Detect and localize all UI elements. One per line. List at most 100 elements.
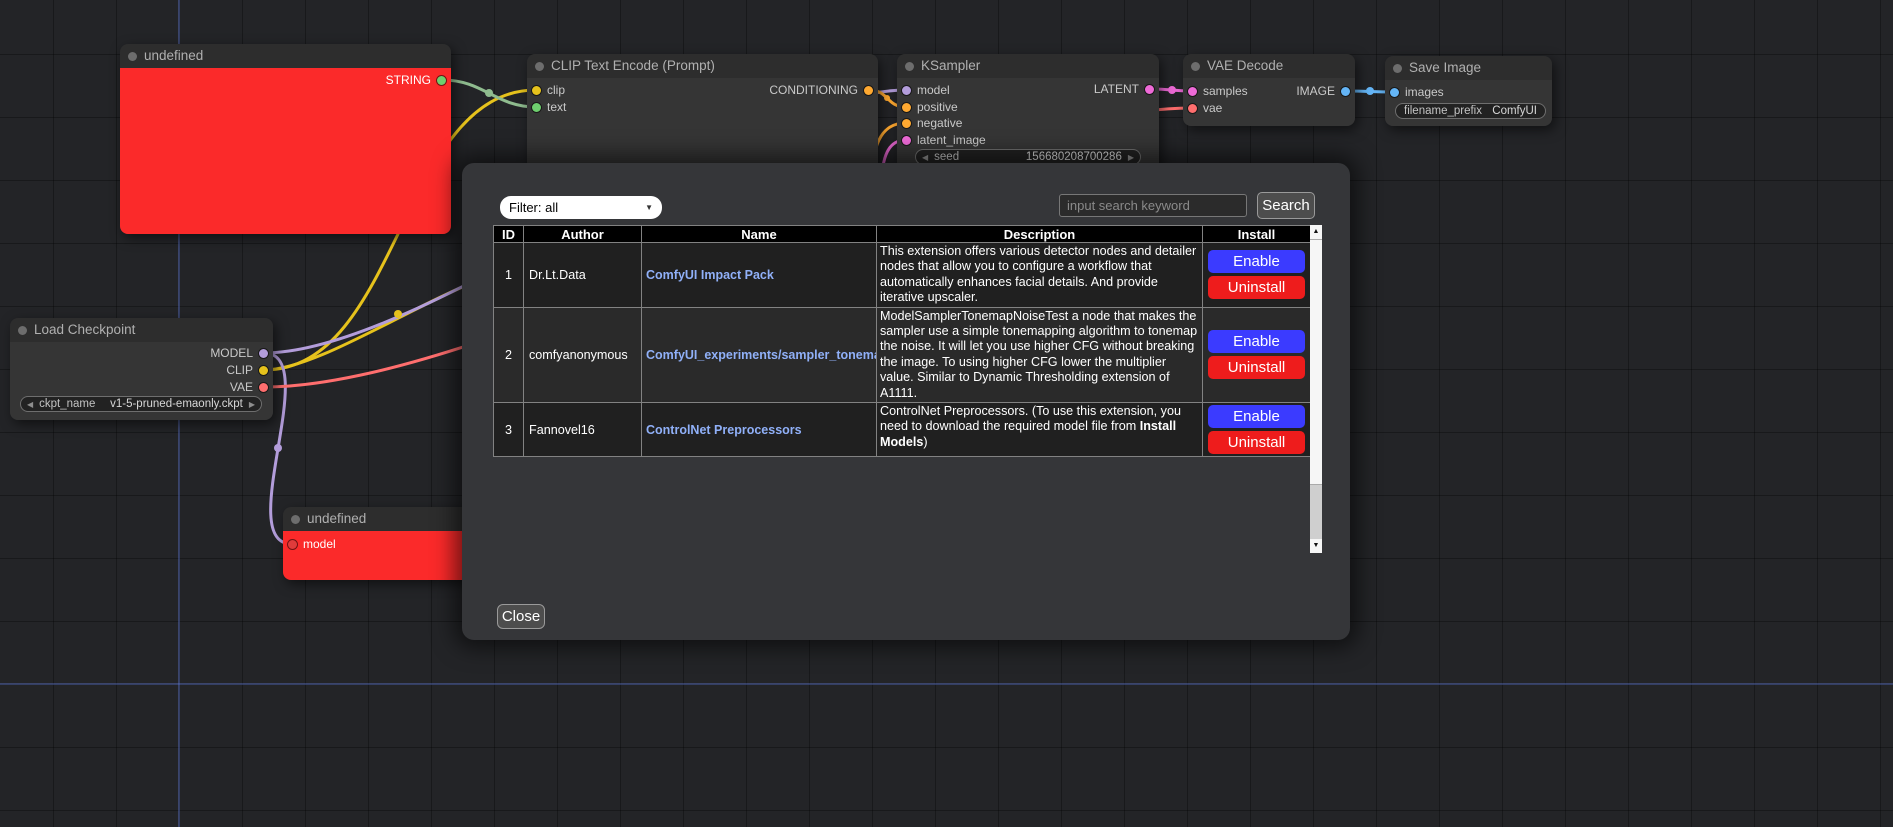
node-title-bar[interactable]: CLIP Text Encode (Prompt) xyxy=(527,54,878,78)
node-title-bar[interactable]: undefined xyxy=(120,44,451,68)
node-clip-text-encode[interactable]: CLIP Text Encode (Prompt) clip text COND… xyxy=(527,54,878,178)
input-slot-latent-image[interactable]: latent_image xyxy=(902,135,986,145)
uninstall-button[interactable]: Uninstall xyxy=(1208,276,1305,299)
node-undefined-top[interactable]: undefined STRING xyxy=(120,44,451,234)
output-dot-clip[interactable] xyxy=(259,366,268,375)
node-title: VAE Decode xyxy=(1207,54,1283,78)
input-slot-model[interactable]: model xyxy=(288,539,336,549)
node-load-checkpoint[interactable]: Load Checkpoint MODEL CLIP VAE ◀ ckpt_na… xyxy=(10,318,273,420)
cell-install: Enable Uninstall xyxy=(1203,243,1311,308)
output-slot-model[interactable]: MODEL xyxy=(210,348,268,358)
cell-id: 2 xyxy=(494,307,524,402)
node-title-bar[interactable]: Load Checkpoint xyxy=(10,318,273,342)
input-slot-positive[interactable]: positive xyxy=(902,102,958,112)
output-slot-conditioning[interactable]: CONDITIONING xyxy=(769,85,873,95)
link-midpoint-dot xyxy=(485,89,493,97)
uninstall-button[interactable]: Uninstall xyxy=(1208,431,1305,454)
input-dot-vae[interactable] xyxy=(1188,104,1197,113)
cell-author: Fannovel16 xyxy=(524,403,642,457)
input-dot-latent-image[interactable] xyxy=(902,136,911,145)
table-row: 1 Dr.Lt.Data ComfyUI Impact Pack This ex… xyxy=(494,243,1311,308)
input-dot-clip[interactable] xyxy=(532,86,541,95)
output-slot-image[interactable]: IMAGE xyxy=(1296,86,1350,96)
output-dot-string[interactable] xyxy=(437,76,446,85)
node-title: undefined xyxy=(307,507,366,531)
collapse-dot-icon[interactable] xyxy=(1393,64,1402,73)
enable-button[interactable]: Enable xyxy=(1208,250,1305,273)
input-dot-model[interactable] xyxy=(288,540,297,549)
scrollbar-thumb[interactable] xyxy=(1310,239,1322,485)
extension-link[interactable]: ComfyUI_experiments/sampler_tonemap xyxy=(646,348,877,362)
input-dot-negative[interactable] xyxy=(902,119,911,128)
input-dot-images[interactable] xyxy=(1390,88,1399,97)
filter-dropdown[interactable]: Filter: all ▼ xyxy=(500,196,662,219)
output-slot-vae[interactable]: VAE xyxy=(230,382,268,392)
cell-author: comfyanonymous xyxy=(524,307,642,402)
node-title-bar[interactable]: Save Image xyxy=(1385,56,1552,80)
collapse-dot-icon[interactable] xyxy=(905,62,914,71)
output-dot-latent[interactable] xyxy=(1145,85,1154,94)
input-slot-clip[interactable]: clip xyxy=(532,85,565,95)
extension-link[interactable]: ControlNet Preprocessors xyxy=(646,423,802,437)
input-dot-text[interactable] xyxy=(532,103,541,112)
collapse-dot-icon[interactable] xyxy=(291,515,300,524)
input-dot-samples[interactable] xyxy=(1188,87,1197,96)
node-title-bar[interactable]: KSampler xyxy=(897,54,1159,78)
table-scrollbar[interactable]: ▲ ▼ xyxy=(1310,225,1322,553)
input-dot-model[interactable] xyxy=(902,86,911,95)
uninstall-button[interactable]: Uninstall xyxy=(1208,356,1305,379)
cell-install: Enable Uninstall xyxy=(1203,307,1311,402)
link-midpoint-dot xyxy=(1366,87,1374,95)
input-slot-images[interactable]: images xyxy=(1390,87,1444,97)
link-midpoint-dot xyxy=(1168,86,1176,94)
collapse-dot-icon[interactable] xyxy=(535,62,544,71)
link-midpoint-dot xyxy=(274,444,282,452)
scroll-down-icon[interactable]: ▼ xyxy=(1310,539,1322,553)
input-slot-vae[interactable]: vae xyxy=(1188,103,1222,113)
output-slot-latent[interactable]: LATENT xyxy=(1094,84,1154,94)
node-title: undefined xyxy=(144,44,203,68)
widget-decrement-icon[interactable]: ◀ xyxy=(922,153,928,162)
filename-prefix-widget[interactable]: filename_prefix ComfyUI xyxy=(1395,103,1546,119)
ckpt-name-widget[interactable]: ◀ ckpt_name v1-5-pruned-emaonly.ckpt ▶ xyxy=(20,396,262,412)
output-dot-image[interactable] xyxy=(1341,87,1350,96)
widget-previous-icon[interactable]: ◀ xyxy=(27,400,33,409)
input-dot-positive[interactable] xyxy=(902,103,911,112)
output-dot-vae[interactable] xyxy=(259,383,268,392)
node-title-bar[interactable]: VAE Decode xyxy=(1183,54,1355,78)
input-slot-model[interactable]: model xyxy=(902,85,950,95)
widget-next-icon[interactable]: ▶ xyxy=(249,400,255,409)
cell-id: 3 xyxy=(494,403,524,457)
collapse-dot-icon[interactable] xyxy=(18,326,27,335)
enable-button[interactable]: Enable xyxy=(1208,405,1305,428)
close-button[interactable]: Close xyxy=(497,604,545,629)
extension-link[interactable]: ComfyUI Impact Pack xyxy=(646,268,774,282)
node-save-image[interactable]: Save Image images filename_prefix ComfyU… xyxy=(1385,56,1552,126)
graph-canvas[interactable]: undefined STRING CLIP Text Encode (Promp… xyxy=(0,0,1893,827)
input-slot-negative[interactable]: negative xyxy=(902,118,962,128)
input-slot-samples[interactable]: samples xyxy=(1188,86,1248,96)
output-dot-model[interactable] xyxy=(259,349,268,358)
search-input[interactable] xyxy=(1059,194,1247,217)
cell-install: Enable Uninstall xyxy=(1203,403,1311,457)
cell-description: This extension offers various detector n… xyxy=(877,243,1203,308)
widget-increment-icon[interactable]: ▶ xyxy=(1128,153,1134,162)
cell-description: ModelSamplerTonemapNoiseTest a node that… xyxy=(877,307,1203,402)
node-ksampler[interactable]: KSampler model positive negative latent_… xyxy=(897,54,1159,173)
table-row: 3 Fannovel16 ControlNet Preprocessors Co… xyxy=(494,403,1311,457)
input-slot-text[interactable]: text xyxy=(532,102,566,112)
output-slot-clip[interactable]: CLIP xyxy=(226,365,268,375)
scroll-up-icon[interactable]: ▲ xyxy=(1310,225,1322,239)
collapse-dot-icon[interactable] xyxy=(128,52,137,61)
output-slot-string[interactable]: STRING xyxy=(386,75,446,85)
header-name: Name xyxy=(642,226,877,243)
header-description: Description xyxy=(877,226,1203,243)
search-button[interactable]: Search xyxy=(1257,192,1315,219)
output-dot-conditioning[interactable] xyxy=(864,86,873,95)
cell-name: ControlNet Preprocessors xyxy=(642,403,877,457)
collapse-dot-icon[interactable] xyxy=(1191,62,1200,71)
node-vae-decode[interactable]: VAE Decode samples vae IMAGE xyxy=(1183,54,1355,126)
table-header-row: ID Author Name Description Install xyxy=(494,226,1311,243)
enable-button[interactable]: Enable xyxy=(1208,330,1305,353)
cell-name: ComfyUI Impact Pack xyxy=(642,243,877,308)
